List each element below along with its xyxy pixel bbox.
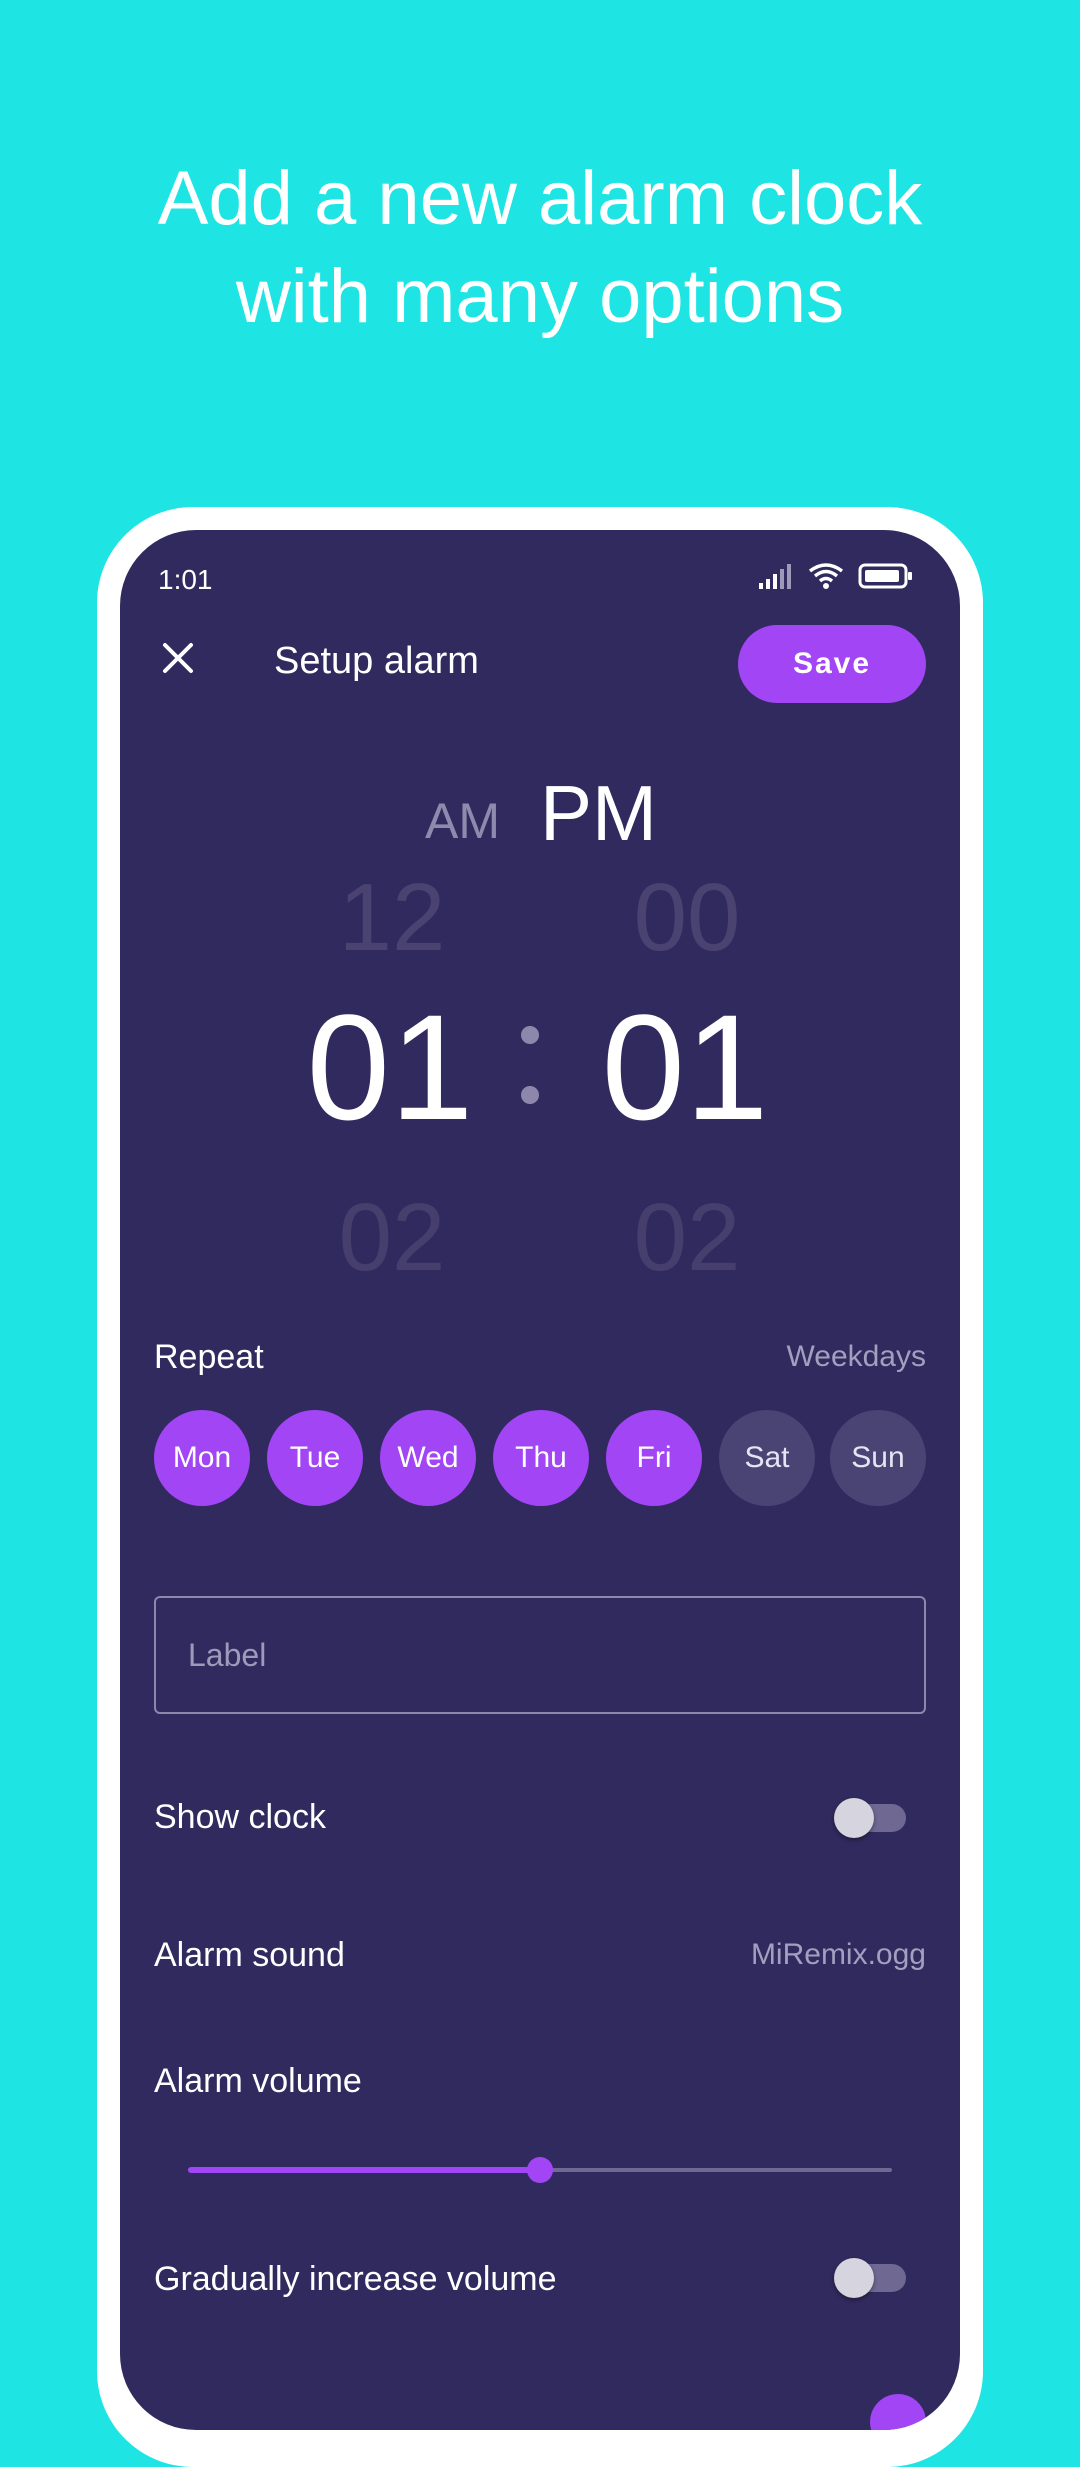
alarm-sound-value[interactable]: MiRemix.ogg	[751, 1938, 926, 1972]
hour-next[interactable]: 02	[272, 1190, 512, 1286]
alarm-setup-screen: 1:01 Setup alarm Save AM PM 12 01 02 00 …	[120, 530, 960, 2430]
day-mon[interactable]: Mon	[154, 1410, 250, 1506]
minute-previous[interactable]: 00	[567, 870, 807, 966]
day-sun[interactable]: Sun	[830, 1410, 926, 1506]
alarm-volume-slider[interactable]	[188, 2150, 892, 2190]
label-input[interactable]	[154, 1596, 926, 1714]
am-option[interactable]: AM	[425, 792, 500, 850]
slider-fill	[188, 2167, 540, 2173]
slider-thumb[interactable]	[527, 2157, 553, 2183]
alarm-volume-label: Alarm volume	[154, 2062, 362, 2100]
pm-option[interactable]: PM	[540, 768, 657, 859]
promo-headline: Add a new alarm clock with many options	[0, 150, 1080, 346]
hour-selected[interactable]: 01	[270, 992, 510, 1142]
close-icon	[163, 643, 193, 673]
status-icons	[758, 562, 914, 590]
close-button[interactable]	[150, 630, 206, 686]
day-thu[interactable]: Thu	[493, 1410, 589, 1506]
battery-icon	[858, 563, 912, 589]
hour-previous[interactable]: 12	[272, 870, 512, 966]
repeat-label: Repeat	[154, 1338, 264, 1376]
signal-icon	[759, 564, 791, 589]
day-tue[interactable]: Tue	[267, 1410, 363, 1506]
promo-line-1: Add a new alarm clock	[157, 156, 923, 241]
page-title: Setup alarm	[274, 640, 479, 682]
show-clock-toggle[interactable]	[834, 1798, 906, 1838]
repeat-summary: Weekdays	[786, 1340, 926, 1373]
wifi-icon	[808, 563, 844, 589]
alarm-sound-label[interactable]: Alarm sound	[154, 1936, 345, 1975]
show-clock-label: Show clock	[154, 1798, 326, 1836]
day-wed[interactable]: Wed	[380, 1410, 476, 1506]
day-selector: Mon Tue Wed Thu Fri Sat Sun	[154, 1410, 926, 1506]
gradual-volume-toggle[interactable]	[834, 2258, 906, 2298]
day-fri[interactable]: Fri	[606, 1410, 702, 1506]
next-toggle-thumb[interactable]	[870, 2394, 926, 2430]
minute-selected[interactable]: 01	[565, 992, 805, 1142]
promo-line-2: with many options	[235, 254, 845, 339]
save-button[interactable]: Save	[738, 625, 926, 703]
day-sat[interactable]: Sat	[719, 1410, 815, 1506]
gradual-volume-label: Gradually increase volume	[154, 2260, 557, 2298]
status-time: 1:01	[158, 564, 213, 595]
time-separator	[515, 1010, 545, 1120]
minute-next[interactable]: 02	[567, 1190, 807, 1286]
